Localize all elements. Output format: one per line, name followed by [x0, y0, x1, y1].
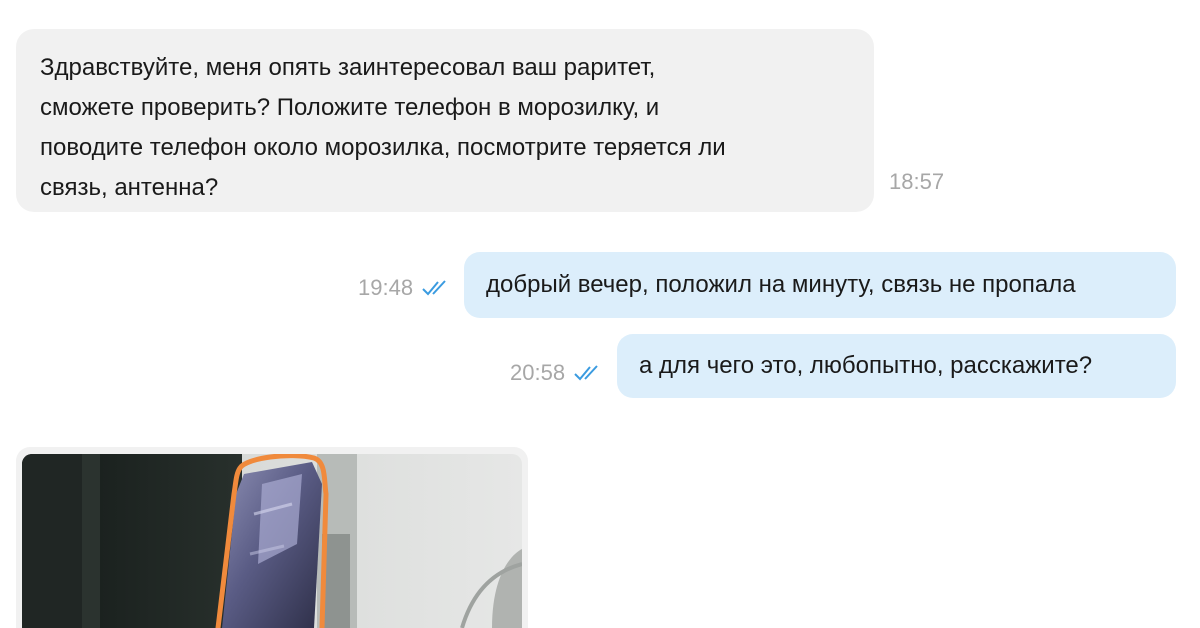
chat-thread: Здравствуйте, меня опять заинтересовал в… — [0, 0, 1200, 628]
message-timestamp: 19:48 — [358, 275, 414, 300]
message-photo[interactable] — [22, 454, 522, 628]
message-meta: 19:48 — [358, 276, 451, 300]
message-timestamp: 18:57 — [889, 169, 945, 194]
double-check-icon — [422, 280, 446, 296]
photo-content — [22, 454, 522, 628]
message-meta: 20:58 — [510, 361, 603, 385]
double-check-icon — [574, 365, 598, 381]
message-bubble-outgoing[interactable]: а для чего это, любопытно, расскажите? — [617, 334, 1176, 398]
message-bubble-outgoing[interactable]: добрый вечер, положил на минуту, связь н… — [464, 252, 1176, 318]
message-bubble-incoming[interactable]: Здравствуйте, меня опять заинтересовал в… — [16, 29, 874, 212]
message-timestamp: 20:58 — [510, 360, 566, 385]
